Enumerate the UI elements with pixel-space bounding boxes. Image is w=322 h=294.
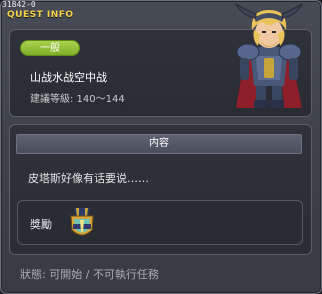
quest-name: 山战水战空中战 — [30, 71, 107, 84]
reward-box — [17, 200, 303, 245]
quest-category-badge: 一般 — [20, 40, 80, 56]
window-title: QUEST INFO — [7, 10, 74, 20]
quest-id: 31842-0 — [2, 0, 36, 9]
medal-icon[interactable] — [67, 206, 97, 242]
content-text: 皮塔斯好像有话要说…… — [28, 172, 149, 185]
npc-portrait — [235, 2, 303, 108]
content-header: 内容 — [16, 134, 302, 154]
reward-label: 獎勵 — [30, 218, 52, 231]
quest-status: 狀態: 可開始 / 不可執行任務 — [20, 268, 159, 281]
recommended-level: 建議等級: 140～144 — [30, 94, 125, 105]
